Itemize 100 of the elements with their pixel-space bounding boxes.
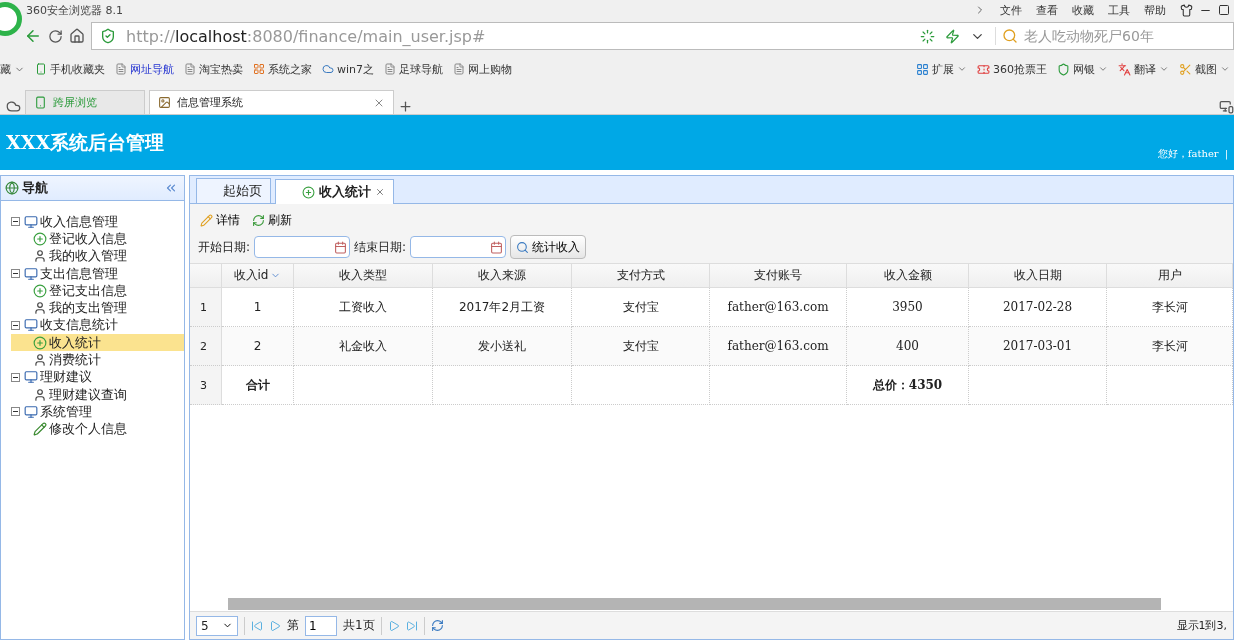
phone-icon [35, 63, 47, 75]
tree-item[interactable]: 理财建议查询 [11, 385, 184, 404]
browser-title: 360安全浏览器 8.1 [26, 2, 123, 18]
tree-item[interactable]: 收支信息统计 [11, 316, 184, 335]
search-icon [516, 240, 530, 254]
table-cell: 3950 [847, 288, 969, 327]
shield-icon [1057, 62, 1070, 76]
column-header[interactable]: 收入来源 [433, 264, 572, 288]
ticket-icon [977, 62, 990, 76]
speed-icon[interactable] [920, 28, 935, 44]
maximize-icon[interactable] [1218, 4, 1230, 16]
grid-icon [916, 62, 929, 76]
row-number: 3 [190, 366, 222, 405]
browser-tab[interactable]: 信息管理系统 [149, 90, 394, 114]
separator-text: | [1224, 148, 1228, 159]
close-icon[interactable] [375, 187, 385, 197]
bookmark-item[interactable]: 手机收藏夹 [35, 61, 105, 77]
last-page-icon[interactable] [405, 619, 418, 632]
toolbar-button[interactable]: 刷新 [252, 212, 292, 229]
tree-item[interactable]: 收入统计 [11, 334, 184, 352]
device-icon[interactable] [1219, 99, 1234, 114]
tree-item[interactable]: 收入信息管理 [11, 213, 184, 231]
search-icon [1002, 28, 1018, 44]
extension-item[interactable]: 网银 [1057, 61, 1108, 77]
column-header[interactable]: 支付方式 [572, 264, 710, 288]
table-cell: 合计 [222, 366, 294, 405]
bookmark-item[interactable]: 系统之家 [253, 61, 312, 77]
date-field[interactable] [254, 236, 351, 258]
monitor-icon [24, 266, 38, 281]
extension-item[interactable]: 翻译 [1118, 61, 1169, 77]
menu-item[interactable]: 收藏 [1072, 2, 1094, 18]
table-cell: 2017年2月工资 [433, 288, 572, 327]
plus-circle-icon [33, 335, 47, 350]
home-icon[interactable] [69, 28, 85, 44]
menu-item[interactable]: 工具 [1108, 2, 1130, 18]
menu-item[interactable]: 文件 [1000, 2, 1022, 18]
statistics-button[interactable]: 统计收入 [510, 235, 587, 259]
collapse-toggle-icon[interactable] [11, 372, 20, 382]
previous-page-icon[interactable] [269, 619, 281, 632]
tree-item[interactable]: 登记收入信息 [11, 230, 184, 248]
row-number: 2 [190, 327, 222, 366]
menu-item[interactable]: 帮助 [1144, 2, 1166, 18]
bookmark-item[interactable]: 足球导航 [384, 61, 444, 77]
table-cell: 工资收入 [294, 288, 433, 327]
column-header[interactable]: 用户 [1107, 264, 1233, 288]
date-field[interactable] [410, 236, 507, 258]
collapse-toggle-icon[interactable] [11, 320, 20, 330]
cloud-icon[interactable] [6, 99, 21, 114]
content-tab[interactable]: 起始页 [196, 178, 271, 203]
tree-item[interactable]: 理财建议 [11, 368, 184, 386]
extension-item[interactable]: 扩展 [916, 61, 967, 77]
app-title: XXX系统后台管理 [6, 129, 165, 155]
new-tab-icon[interactable] [398, 99, 413, 114]
collapse-toggle-icon[interactable] [11, 269, 20, 279]
bookmark-item[interactable]: 淘宝热卖 [184, 61, 243, 77]
globe-icon [5, 181, 19, 195]
tree-item[interactable]: 我的支出管理 [11, 299, 184, 317]
column-header[interactable]: 支付账号 [710, 264, 847, 288]
caret-icon [1098, 64, 1108, 74]
page-size-select[interactable]: 5 [196, 615, 238, 636]
address-bar[interactable]: http://localhost:8080/finance/main_user.jsp# 老人吃动物死尸60年 [91, 22, 1234, 50]
refresh-icon[interactable] [430, 619, 444, 632]
tree-item[interactable]: 登记支出信息 [11, 282, 184, 300]
column-header[interactable]: 收入金额 [847, 264, 969, 288]
content-tab[interactable]: 收入统计 [275, 179, 394, 204]
column-header[interactable]: 收入id [222, 264, 294, 288]
shirt-icon[interactable] [1180, 3, 1193, 17]
bookmark-item[interactable]: win7之 [322, 61, 375, 77]
lightning-icon[interactable] [945, 28, 960, 44]
tree-item[interactable]: 消费统计 [11, 351, 184, 369]
greeting-text: 您好，father [1157, 146, 1219, 161]
bookmark-item[interactable]: 网上购物 [453, 61, 513, 77]
scrollbar-thumb[interactable] [228, 598, 1161, 610]
cloud-icon [322, 63, 334, 75]
extension-item[interactable]: 截图 [1179, 61, 1230, 77]
calendar-icon[interactable] [334, 240, 348, 254]
calendar-icon[interactable] [490, 240, 504, 254]
collapse-toggle-icon[interactable] [11, 407, 20, 417]
collapse-toggle-icon[interactable] [11, 217, 20, 227]
bookmark-item[interactable]: 网址导航 [115, 61, 174, 77]
page-input[interactable]: 1 [305, 615, 337, 636]
user-icon [33, 301, 47, 316]
next-page-icon[interactable] [387, 619, 400, 632]
windows-logo-icon [253, 63, 265, 75]
first-page-icon[interactable] [251, 619, 263, 632]
column-header[interactable]: 收入日期 [969, 264, 1107, 288]
tree-item[interactable]: 支出信息管理 [11, 264, 184, 283]
menu-item[interactable]: 查看 [1036, 2, 1058, 18]
toolbar-button[interactable]: 详情 [200, 212, 240, 229]
tree-item[interactable]: 修改个人信息 [11, 420, 184, 438]
bookmark-item[interactable]: 藏 [0, 61, 25, 77]
tree-item[interactable]: 系统管理 [11, 403, 184, 421]
reload-icon[interactable] [48, 28, 63, 44]
column-header[interactable]: 收入类型 [294, 264, 433, 288]
back-icon[interactable] [24, 27, 42, 45]
scissors-icon [1179, 62, 1192, 76]
tree-item[interactable]: 我的收入管理 [11, 247, 184, 265]
collapse-icon[interactable] [164, 181, 178, 195]
extension-item[interactable]: 360抢票王 [977, 61, 1047, 77]
translate-icon [1118, 62, 1131, 76]
